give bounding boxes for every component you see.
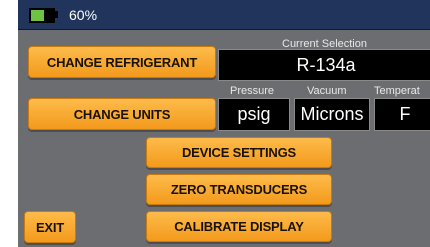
vacuum-unit-value: Microns xyxy=(294,98,370,131)
pressure-unit-value: psig xyxy=(218,98,290,131)
current-refrigerant-value: R-134a xyxy=(218,49,430,81)
exit-button[interactable]: EXIT xyxy=(24,211,76,243)
battery-tip xyxy=(55,11,58,18)
device-settings-button[interactable]: DEVICE SETTINGS xyxy=(146,137,332,168)
calibrate-display-button[interactable]: CALIBRATE DISPLAY xyxy=(146,211,332,242)
battery-percent: 60% xyxy=(69,7,98,23)
temperature-unit-value: F xyxy=(374,98,430,131)
change-units-button[interactable]: CHANGE UNITS xyxy=(28,98,216,130)
battery-icon xyxy=(29,8,55,23)
battery-level xyxy=(31,10,45,21)
zero-transducers-button[interactable]: ZERO TRANSDUCERS xyxy=(146,174,332,205)
device-screen: 60% CHANGE REFRIGERANT Current Selection… xyxy=(18,0,430,247)
vacuum-label: Vacuum xyxy=(307,85,347,97)
change-refrigerant-button[interactable]: CHANGE REFRIGERANT xyxy=(28,46,216,78)
temperature-label: Temperat xyxy=(374,85,420,97)
status-bar: 60% xyxy=(18,0,430,30)
pressure-label: Pressure xyxy=(230,85,275,97)
